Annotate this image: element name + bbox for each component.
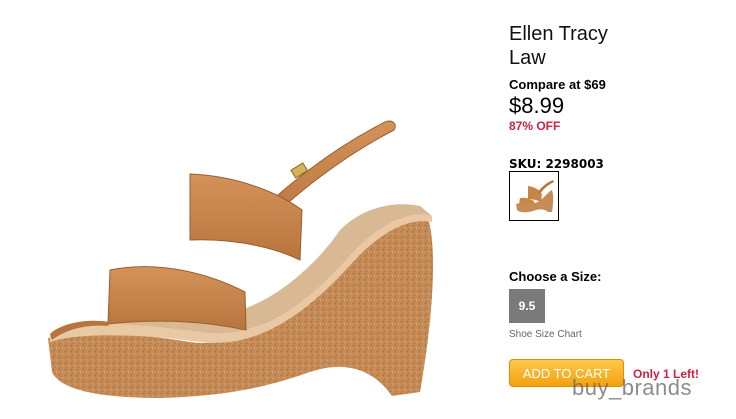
sale-price: $8.99 [509, 93, 565, 118]
size-chart-link[interactable]: Shoe Size Chart [509, 329, 582, 340]
product-details: Ellen Tracy Law Compare at $69 $8.99 87%… [509, 0, 736, 419]
product-image [48, 120, 434, 398]
sandal-thumbnail-icon [516, 180, 554, 213]
size-option-button[interactable]: 9.5 [509, 289, 545, 323]
product-thumbnail[interactable] [509, 171, 559, 221]
compare-price: Compare at $69 [509, 77, 606, 92]
product-sku: SKU: 2298003 [509, 157, 604, 171]
watermark-text: buy_brands [572, 375, 692, 400]
product-brand: Ellen Tracy [509, 23, 608, 45]
discount-badge: 87% OFF [509, 119, 561, 133]
product-name: Law [509, 47, 546, 69]
size-section-title: Choose a Size: [509, 269, 602, 284]
